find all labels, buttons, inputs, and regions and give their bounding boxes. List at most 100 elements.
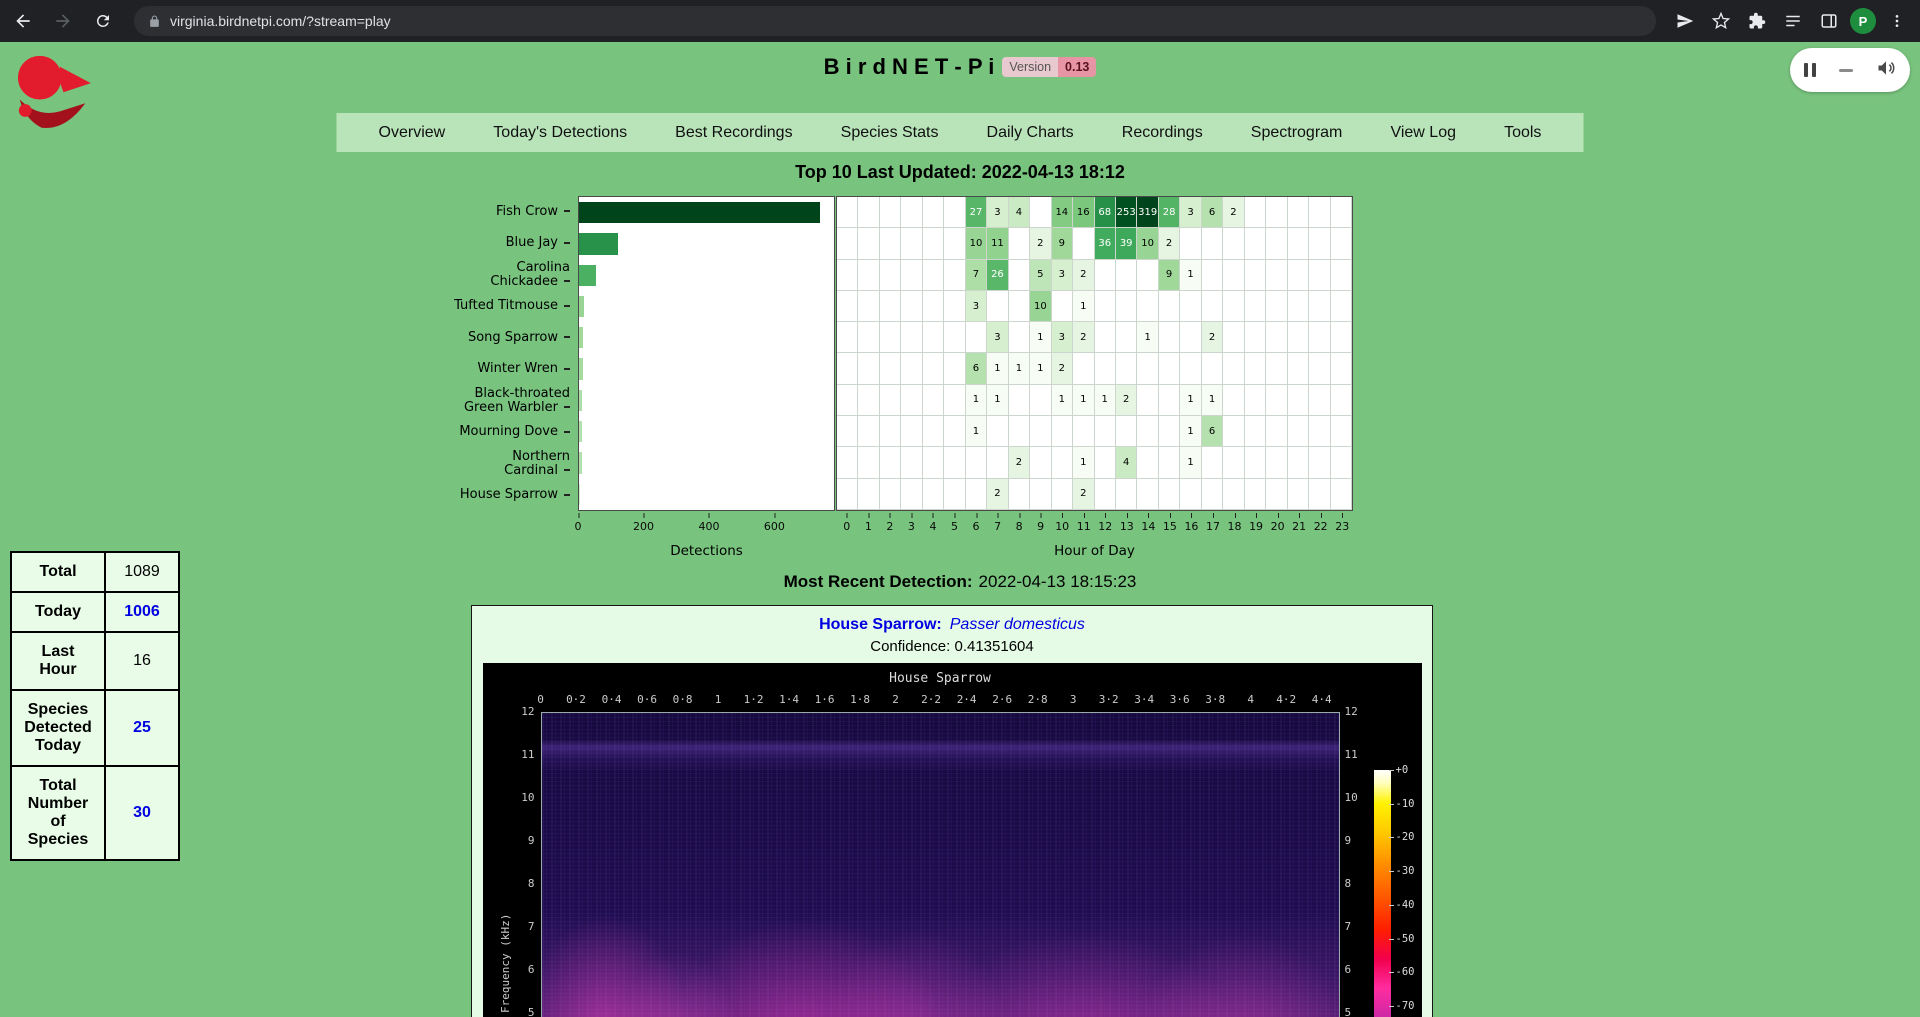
spectrogram-xtick: 3·8 [1205,693,1225,706]
stats-value[interactable]: 1006 [105,592,179,632]
heatmap-cell: 3 [1052,260,1073,291]
heatmap-cell [1223,416,1244,447]
heatmap-cell: 4 [1009,197,1030,228]
heatmap-cell [944,228,965,259]
profile-avatar[interactable]: P [1850,8,1876,34]
heatmap-cell [966,447,987,478]
detection-count-bar [579,484,580,505]
reading-list-button[interactable] [1778,6,1808,36]
detection-card: House Sparrow:Passer domesticus Confiden… [471,605,1433,1017]
hour-xtick: 19 [1249,520,1263,533]
heatmap-cell [1095,291,1116,322]
nav-item-view-log[interactable]: View Log [1384,124,1462,142]
nav-item-spectrogram[interactable]: Spectrogram [1245,124,1349,142]
heatmap-cell: 3 [1052,322,1073,353]
species-latin-link[interactable]: Passer domesticus [950,616,1085,633]
spectrogram[interactable]: House Sparrow 00·20·40·60·811·21·41·61·8… [483,663,1422,1017]
spectrogram-xtick: 2·2 [921,693,941,706]
heatmap-cell [1288,197,1309,228]
back-button[interactable] [6,4,40,38]
hour-xtick: 20 [1271,520,1285,533]
heatmap-cell [1266,353,1287,384]
heatmap-cell [1331,197,1352,228]
heatmap-cell [944,385,965,416]
heatmap-cell: 3 [966,291,987,322]
extensions-button[interactable] [1742,6,1772,36]
spectrogram-ytick: 9 [1345,834,1352,847]
heatmap-cell: 1 [966,385,987,416]
nav-item-species-stats[interactable]: Species Stats [835,124,945,142]
species-label-row: Carolina Chickadee [300,259,570,291]
heatmap-cell [901,197,922,228]
bookmark-button[interactable] [1706,6,1736,36]
nav-item-today-s-detections[interactable]: Today's Detections [487,124,633,142]
detection-count-bar [579,265,596,286]
nav-item-overview[interactable]: Overview [373,124,452,142]
stats-value[interactable]: 30 [105,766,179,860]
heatmap-cell [1245,353,1266,384]
colorbar-label: +0 [1396,764,1409,776]
species-common-link[interactable]: House Sparrow: [819,616,942,633]
heatmap-cell [1116,416,1137,447]
colorbar-label: -30 [1396,865,1415,877]
heatmap-cell [1137,260,1158,291]
species-label: Winter Wren [477,362,570,376]
browser-menu-button[interactable] [1882,6,1912,36]
heatmap-cell [1309,385,1330,416]
hour-xtick: 7 [994,520,1001,533]
reload-button[interactable] [86,4,120,38]
heatmap-cell [1009,291,1030,322]
stats-row-total-species: Total Number of Species 30 [11,766,179,860]
heatmap-cell: 1 [1180,385,1201,416]
url-bar[interactable]: virginia.birdnetpi.com/?stream=play [134,6,1656,36]
nav-item-tools[interactable]: Tools [1498,124,1547,142]
send-button[interactable] [1670,6,1700,36]
recent-detection-time: 2022-04-13 18:15:23 [979,572,1137,591]
heatmap-cell [1159,385,1180,416]
heatmap-cell [1116,260,1137,291]
spectrogram-ytick: 6 [501,963,535,976]
heatmap-cell [1073,228,1094,259]
stats-value[interactable]: 25 [105,690,179,766]
heatmap-cell [1116,479,1137,510]
heatmap-cell [880,479,901,510]
nav-item-best-recordings[interactable]: Best Recordings [669,124,798,142]
heatmap-cell: 1 [1073,447,1094,478]
heatmap-cell [1331,385,1352,416]
detection-count-bar [579,296,584,317]
pause-button[interactable] [1804,63,1816,77]
heatmap-cell [1288,260,1309,291]
heatmap-cell: 1 [1180,416,1201,447]
nav-item-recordings[interactable]: Recordings [1116,124,1209,142]
bar-row [579,260,834,291]
heatmap-cell [1309,197,1330,228]
page-title: B i r d N E T - P i [824,54,995,80]
volume-button[interactable] [1876,58,1896,83]
species-label-row: Fish Crow [300,196,570,228]
heatmap-cell [837,291,858,322]
heatmap-cell [1009,260,1030,291]
heatmap-cell [923,228,944,259]
heatmap-cell [1266,197,1287,228]
species-label-row: House Sparrow [300,480,570,512]
heatmap-cell [1137,416,1158,447]
spectrogram-ytick: 11 [1345,748,1358,761]
bar-row [579,322,834,353]
spectrogram-ytick: 6 [1345,963,1352,976]
heatmap-cell [1116,322,1137,353]
heatmap-cell [1009,385,1030,416]
seek-bar[interactable] [1839,69,1853,72]
heatmap-cell [1309,322,1330,353]
side-panel-button[interactable] [1814,6,1844,36]
heatmap-cell: 1 [1030,322,1051,353]
forward-button[interactable] [46,4,80,38]
heatmap-cell: 2 [1073,260,1094,291]
site-header: B i r d N E T - P i Version 0.13 [0,54,1920,80]
heatmap-cell [1202,447,1223,478]
spectrogram-ytick: 8 [1345,877,1352,890]
heatmap-cell [1331,353,1352,384]
heatmap-cell [1030,479,1051,510]
spectrogram-xtick: 4·2 [1276,693,1296,706]
nav-item-daily-charts[interactable]: Daily Charts [981,124,1080,142]
heatmap-cell: 2 [1073,479,1094,510]
